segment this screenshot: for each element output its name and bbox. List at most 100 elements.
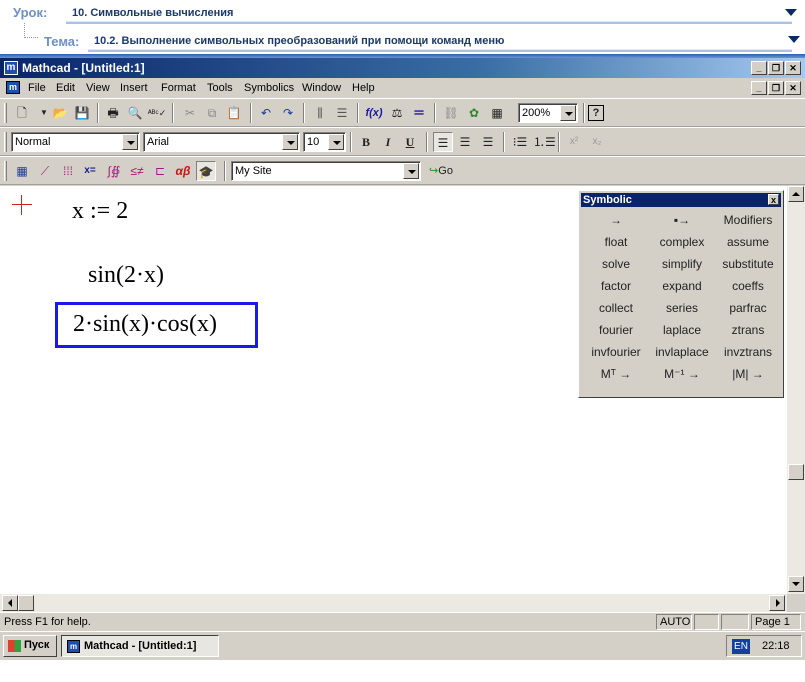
resource-select[interactable]: My Site: [231, 161, 421, 181]
print-preview-icon[interactable]: 🔍: [125, 103, 145, 123]
spell-check-icon[interactable]: ᴬᴮᶜ✓: [147, 103, 167, 123]
insert-unit-icon[interactable]: ⚖: [387, 103, 407, 123]
close-button[interactable]: ✕: [785, 61, 801, 75]
doc-close-button[interactable]: ✕: [785, 81, 801, 95]
subscript-button[interactable]: x₂: [587, 132, 607, 152]
palette-determinant-button[interactable]: |M| →: [715, 363, 781, 385]
chevron-down-icon[interactable]: [560, 105, 576, 121]
math-expression[interactable]: sin(2·x): [88, 262, 164, 289]
start-button[interactable]: Пуск: [3, 635, 57, 657]
palette-invfourier-button[interactable]: invfourier: [583, 341, 649, 363]
chevron-down-icon[interactable]: [788, 36, 800, 43]
palette-factor-button[interactable]: factor: [583, 275, 649, 297]
scroll-left-button[interactable]: [2, 595, 18, 611]
palette-invztrans-button[interactable]: invztrans: [715, 341, 781, 363]
menu-tools[interactable]: Tools: [207, 82, 233, 94]
scroll-down-button[interactable]: [788, 576, 804, 592]
palette-transpose-button[interactable]: Mᵀ →: [583, 363, 649, 385]
calculator-icon[interactable]: ▦: [12, 161, 32, 181]
align-right-icon[interactable]: ☰: [478, 132, 498, 152]
math-result[interactable]: 2·sin(x)·cos(x): [73, 311, 217, 338]
scroll-right-button[interactable]: [769, 595, 785, 611]
symbolic-keyword-icon[interactable]: 🎓: [196, 161, 216, 181]
palette-collect-button[interactable]: collect: [583, 297, 649, 319]
palette-complex-button[interactable]: complex: [649, 231, 715, 253]
scroll-thumb[interactable]: [788, 464, 804, 480]
menu-format[interactable]: Format: [161, 82, 196, 94]
bold-button[interactable]: B: [356, 132, 376, 152]
font-select[interactable]: Arial: [143, 132, 300, 152]
palette-arrow-button[interactable]: →: [583, 209, 649, 231]
topic-select[interactable]: 10.2. Выполнение символьных преобразован…: [88, 30, 792, 52]
palette-modifiers-button[interactable]: Modifiers: [715, 209, 781, 231]
underline-button[interactable]: U: [400, 132, 420, 152]
title-bar[interactable]: m Mathcad - [Untitled:1] _ ❐ ✕: [0, 58, 805, 78]
paste-icon[interactable]: 📋: [224, 103, 244, 123]
chevron-down-icon[interactable]: [122, 134, 138, 150]
zoom-select[interactable]: 200%: [518, 103, 578, 123]
boolean-icon[interactable]: ≤≠: [127, 161, 147, 181]
palette-fourier-button[interactable]: fourier: [583, 319, 649, 341]
doc-maximize-button[interactable]: ❐: [768, 81, 784, 95]
language-indicator[interactable]: EN: [732, 639, 750, 654]
open-folder-icon[interactable]: 📂: [50, 103, 70, 123]
palette-simplify-button[interactable]: simplify: [649, 253, 715, 275]
menu-edit[interactable]: Edit: [56, 82, 75, 94]
numbering-icon[interactable]: ⒈☰: [533, 132, 556, 152]
palette-coeffs-button[interactable]: coeffs: [715, 275, 781, 297]
palette-solve-button[interactable]: solve: [583, 253, 649, 275]
palette-inverse-button[interactable]: M⁻¹ →: [649, 363, 715, 385]
bullets-icon[interactable]: ⁝☰: [510, 132, 530, 152]
align-across-icon[interactable]: ⫼: [310, 103, 330, 123]
chevron-down-icon[interactable]: [282, 134, 298, 150]
palette-assume-button[interactable]: assume: [715, 231, 781, 253]
insert-hyperlink-icon[interactable]: ⛓: [441, 103, 461, 123]
insert-component-icon[interactable]: ✿: [464, 103, 484, 123]
insert-function-icon[interactable]: f(x): [364, 103, 384, 123]
palette-expand-button[interactable]: expand: [649, 275, 715, 297]
palette-laplace-button[interactable]: laplace: [649, 319, 715, 341]
print-icon[interactable]: 🖶: [103, 103, 123, 123]
palette-close-button[interactable]: x: [768, 194, 779, 205]
font-size-select[interactable]: 10: [303, 132, 346, 152]
menu-symbolics[interactable]: Symbolics: [244, 82, 294, 94]
calculate-icon[interactable]: ＝: [409, 103, 429, 123]
superscript-button[interactable]: x²: [564, 132, 584, 152]
taskbar-mathcad-button[interactable]: m Mathcad - [Untitled:1]: [61, 635, 219, 657]
matrix-icon[interactable]: ⁞⁞⁞: [58, 161, 78, 181]
style-select[interactable]: Normal: [11, 132, 140, 152]
mathcad-app-icon[interactable]: m: [4, 61, 18, 75]
toolbar-grip[interactable]: [4, 132, 7, 152]
italic-button[interactable]: I: [378, 132, 398, 152]
undo-icon[interactable]: ↶: [256, 103, 276, 123]
menu-help[interactable]: Help: [352, 82, 375, 94]
palette-invlaplace-button[interactable]: invlaplace: [649, 341, 715, 363]
align-down-icon[interactable]: ☰: [332, 103, 352, 123]
cut-icon[interactable]: ✂: [180, 103, 200, 123]
greek-icon[interactable]: αβ: [173, 161, 193, 181]
palette-ztrans-button[interactable]: ztrans: [715, 319, 781, 341]
calculus-icon[interactable]: ∫∯: [104, 161, 124, 181]
palette-float-button[interactable]: float: [583, 231, 649, 253]
doc-minimize-button[interactable]: _: [751, 81, 767, 95]
palette-title-bar[interactable]: Symbolic x: [581, 193, 781, 207]
selected-region[interactable]: 2·sin(x)·cos(x): [55, 302, 258, 348]
palette-substitute-button[interactable]: substitute: [715, 253, 781, 275]
go-button[interactable]: ↪Go: [426, 161, 456, 181]
programming-icon[interactable]: ⊏: [150, 161, 170, 181]
help-icon[interactable]: ?: [588, 105, 604, 121]
menu-file[interactable]: File: [28, 82, 46, 94]
chevron-down-icon[interactable]: [328, 134, 344, 150]
vertical-scrollbar[interactable]: [787, 186, 805, 594]
scroll-up-button[interactable]: [788, 186, 804, 202]
math-definition[interactable]: x := 2: [72, 198, 128, 225]
scroll-thumb[interactable]: [18, 595, 34, 611]
resource-center-icon[interactable]: ▦: [487, 103, 507, 123]
new-document-icon[interactable]: 🗋: [12, 103, 32, 123]
palette-series-button[interactable]: series: [649, 297, 715, 319]
maximize-button[interactable]: ❐: [768, 61, 784, 75]
menu-insert[interactable]: Insert: [120, 82, 148, 94]
menu-view[interactable]: View: [86, 82, 110, 94]
toolbar-grip[interactable]: [4, 161, 7, 181]
menu-window[interactable]: Window: [302, 82, 341, 94]
